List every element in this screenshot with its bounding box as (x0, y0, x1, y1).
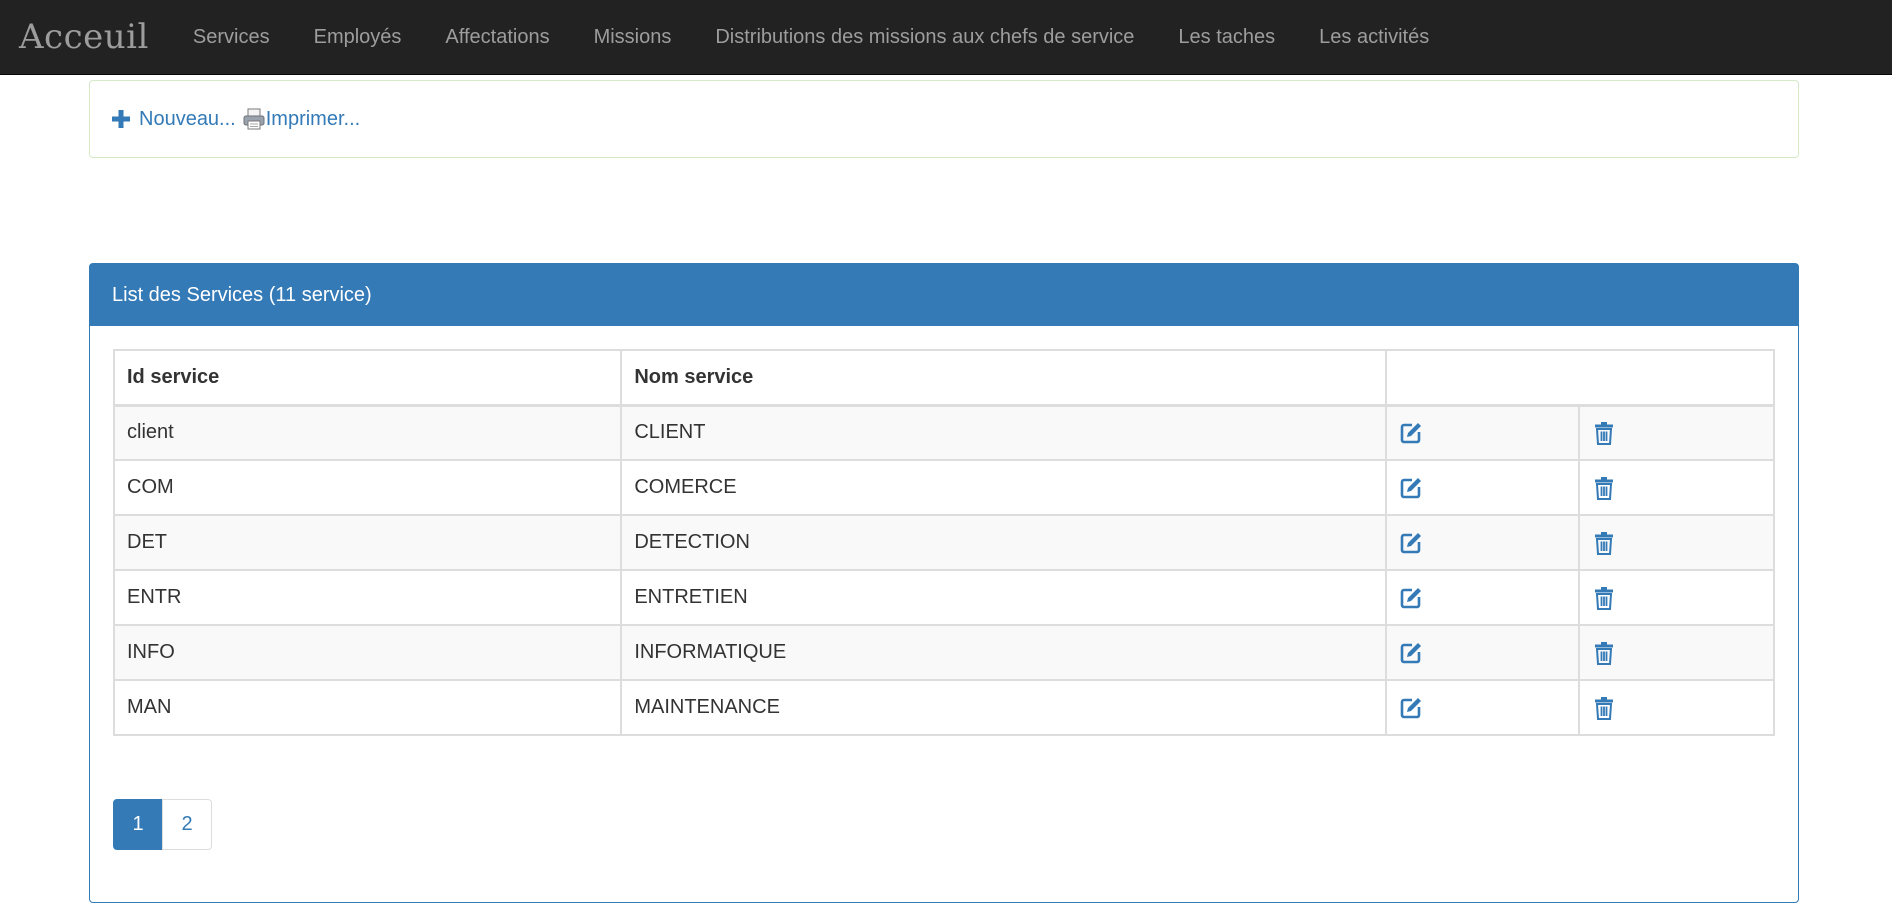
cell-name: INFORMATIQUE (620, 624, 1388, 681)
pagination: 1 2 (113, 799, 212, 850)
cell-id: MAN (112, 679, 623, 736)
cell-name: ENTRETIEN (620, 569, 1388, 626)
table-row: DET DETECTION (112, 514, 1775, 571)
nav-item-services[interactable]: Services (171, 0, 292, 75)
cell-name: MAINTENANCE (620, 679, 1388, 736)
column-header-actions (1385, 349, 1775, 407)
page-button-1[interactable]: 1 (113, 799, 163, 850)
cell-edit (1385, 404, 1581, 461)
column-header-id: Id service (112, 349, 623, 407)
panel-title: List des Services (11 service) (90, 264, 1798, 326)
action-toolbar: Nouveau... Imprimer... (89, 80, 1799, 158)
trash-icon[interactable] (1592, 421, 1616, 445)
cell-name: CLIENT (620, 404, 1388, 461)
printer-icon (243, 108, 265, 130)
edit-icon[interactable] (1399, 696, 1423, 720)
nav-item-affectations[interactable]: Affectations (423, 0, 571, 75)
cell-id: DET (112, 514, 623, 571)
cell-delete (1578, 404, 1775, 461)
trash-icon[interactable] (1592, 641, 1616, 665)
table-row: INFO INFORMATIQUE (112, 624, 1775, 681)
cell-delete (1578, 569, 1775, 626)
nav-item-taches[interactable]: Les taches (1156, 0, 1297, 75)
edit-icon[interactable] (1399, 586, 1423, 610)
page-button-2[interactable]: 2 (162, 799, 212, 850)
table-row: MAN MAINTENANCE (112, 679, 1775, 736)
table-row: ENTR ENTRETIEN (112, 569, 1775, 626)
nav-item-distributions[interactable]: Distributions des missions aux chefs de … (693, 0, 1156, 75)
nav-item-employes[interactable]: Employés (292, 0, 424, 75)
print-button-label: Imprimer... (265, 107, 361, 130)
trash-icon[interactable] (1592, 586, 1616, 610)
nav-item-activites[interactable]: Les activités (1297, 0, 1451, 75)
brand-link[interactable]: Acceuil (0, 17, 171, 57)
new-button[interactable]: Nouveau... (112, 108, 236, 131)
table-row: client CLIENT (112, 404, 1775, 461)
table-header-row: Id service Nom service (112, 349, 1775, 407)
cell-edit (1385, 514, 1581, 571)
cell-id: COM (112, 459, 623, 516)
cell-id: client (112, 404, 623, 461)
cell-name: COMERCE (620, 459, 1388, 516)
cell-id: INFO (112, 624, 623, 681)
cell-delete (1578, 624, 1775, 681)
edit-icon[interactable] (1399, 531, 1423, 555)
cell-edit (1385, 679, 1581, 736)
edit-icon[interactable] (1399, 476, 1423, 500)
print-button[interactable]: Imprimer... (236, 107, 360, 131)
table-row: COM COMERCE (112, 459, 1775, 516)
new-button-label: Nouveau... (139, 107, 236, 130)
cell-delete (1578, 459, 1775, 516)
trash-icon[interactable] (1592, 696, 1616, 720)
cell-name: DETECTION (620, 514, 1388, 571)
services-panel: List des Services (11 service) Id servic… (89, 263, 1799, 903)
top-navbar: Acceuil Services Employés Affectations M… (0, 0, 1892, 75)
services-table: Id service Nom service client CLIENT COM… (112, 349, 1775, 736)
cell-edit (1385, 569, 1581, 626)
cell-delete (1578, 514, 1775, 571)
cell-edit (1385, 624, 1581, 681)
trash-icon[interactable] (1592, 531, 1616, 555)
column-header-name: Nom service (620, 349, 1388, 407)
plus-icon (112, 110, 130, 128)
cell-id: ENTR (112, 569, 623, 626)
edit-icon[interactable] (1399, 421, 1423, 445)
cell-edit (1385, 459, 1581, 516)
edit-icon[interactable] (1399, 641, 1423, 665)
trash-icon[interactable] (1592, 476, 1616, 500)
cell-delete (1578, 679, 1775, 736)
nav-item-missions[interactable]: Missions (572, 0, 694, 75)
